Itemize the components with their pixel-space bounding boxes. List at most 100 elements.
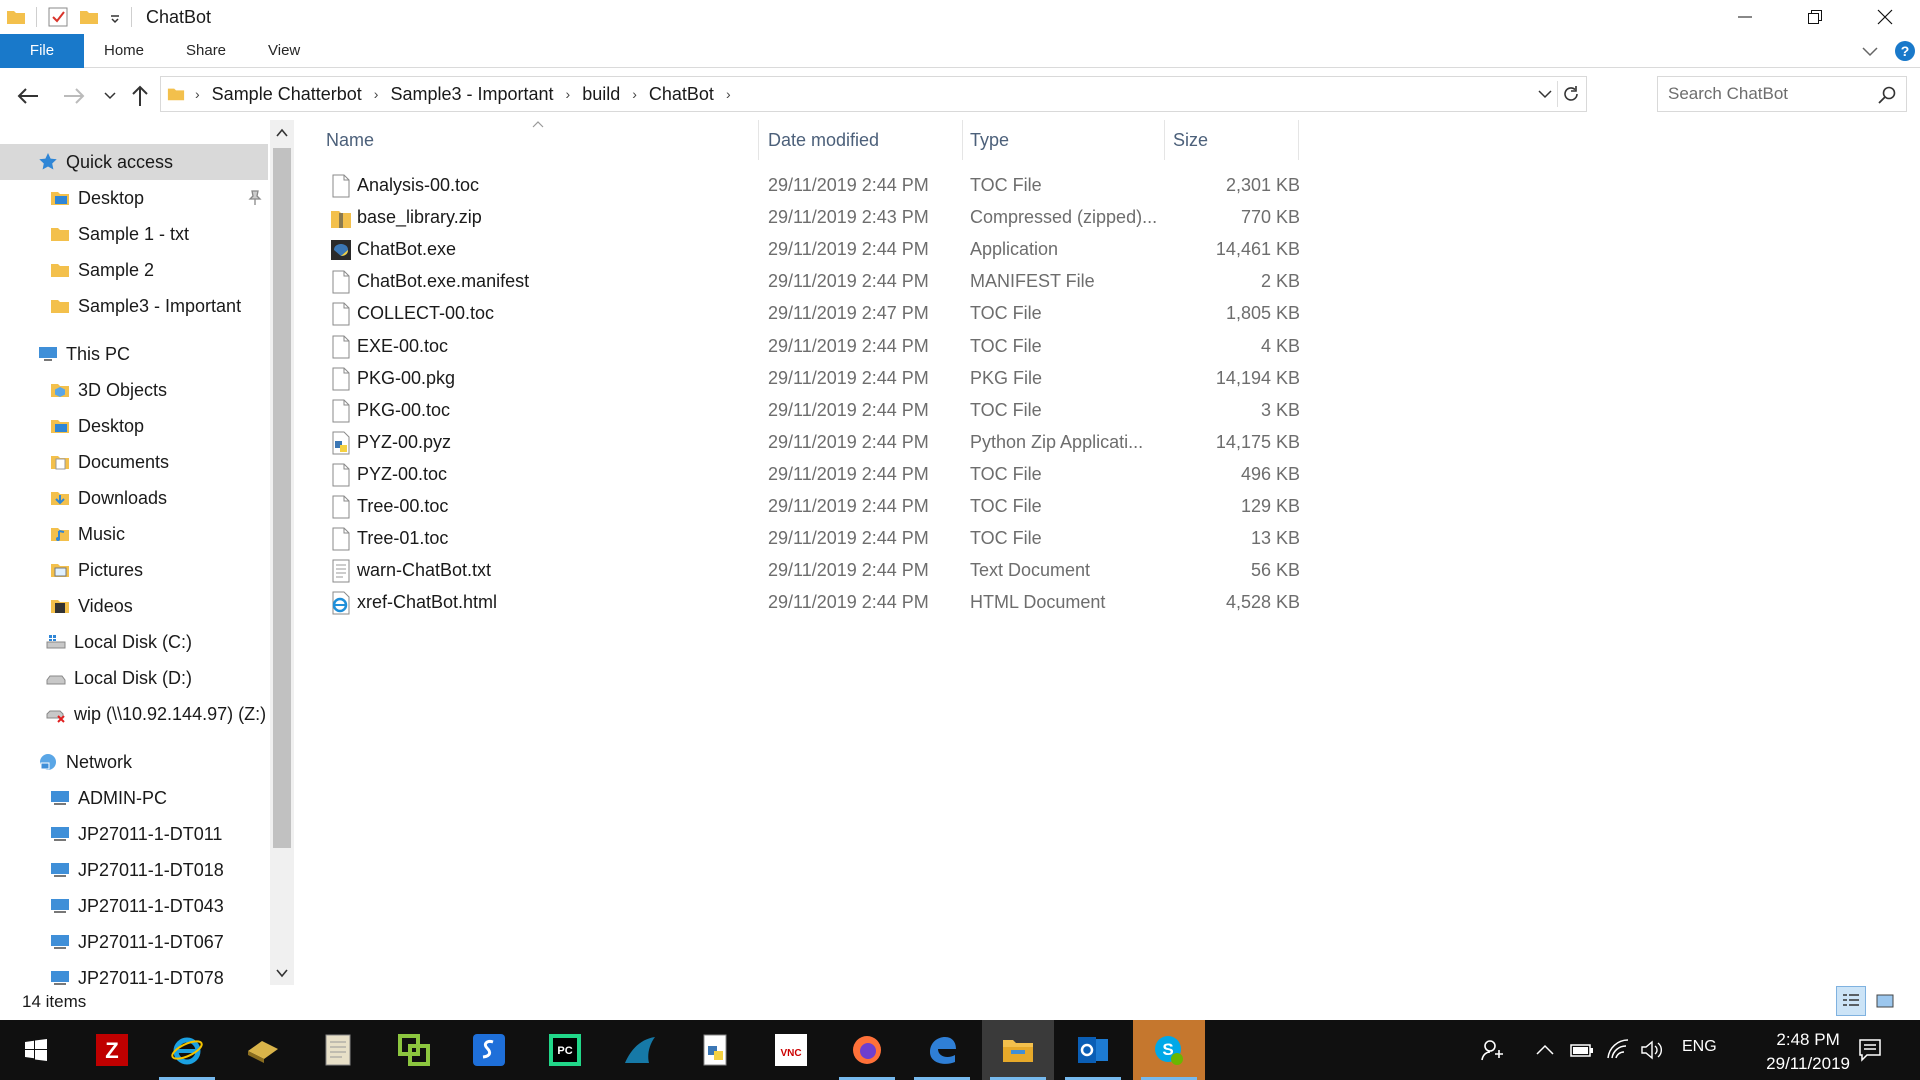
- minimize-button[interactable]: [1710, 0, 1780, 34]
- taskbar-filezilla-button[interactable]: Z: [76, 1020, 148, 1080]
- sidebar-item-desktop[interactable]: Desktop: [0, 180, 268, 216]
- taskbar-skype-button[interactable]: S: [1132, 1020, 1205, 1080]
- back-button[interactable]: [14, 82, 42, 110]
- file-row[interactable]: Analysis-00.toc 29/11/2019 2:44 PM TOC Fil…: [320, 170, 1300, 202]
- customize-toolbar-icon[interactable]: [109, 7, 121, 27]
- search-box[interactable]: Search ChatBot: [1657, 76, 1907, 112]
- chevron-right-icon[interactable]: ›: [560, 86, 577, 102]
- chevron-right-icon[interactable]: ›: [626, 86, 643, 102]
- column-divider[interactable]: [758, 120, 759, 160]
- chevron-right-icon[interactable]: ›: [368, 86, 385, 102]
- file-row[interactable]: warn-ChatBot.txt 29/11/2019 2:44 PM Text D…: [320, 555, 1300, 587]
- sidebar-item-pictures[interactable]: Pictures: [0, 552, 268, 588]
- chevron-right-icon[interactable]: ›: [720, 86, 737, 102]
- chevron-right-icon[interactable]: ›: [189, 86, 206, 102]
- navigation-scrollbar[interactable]: [270, 120, 294, 985]
- taskbar-wireshark-button[interactable]: [604, 1020, 676, 1080]
- column-header-name[interactable]: Name: [326, 130, 374, 151]
- sidebar-item-local-disk-c[interactable]: Local Disk (C:): [0, 624, 268, 660]
- tab-file[interactable]: File: [0, 34, 84, 68]
- taskbar-python-file-button[interactable]: [680, 1020, 752, 1080]
- sidebar-item-desktop-pc[interactable]: Desktop: [0, 408, 268, 444]
- battery-icon[interactable]: [1570, 1042, 1594, 1058]
- show-hidden-icons-icon[interactable]: [1536, 1044, 1554, 1056]
- taskbar-pycharm-button[interactable]: PC: [529, 1020, 601, 1080]
- refresh-icon[interactable]: [1562, 85, 1580, 103]
- details-view-button[interactable]: [1836, 986, 1866, 1016]
- restore-button[interactable]: [1780, 0, 1850, 34]
- search-input[interactable]: Search ChatBot: [1668, 84, 1788, 104]
- sidebar-item-network-computer[interactable]: JP27011-1-DT067: [0, 924, 268, 960]
- file-row[interactable]: ChatBot.exe 29/11/2019 2:44 PM Application…: [320, 234, 1300, 266]
- forward-button[interactable]: [60, 82, 88, 110]
- file-row[interactable]: PKG-00.pkg 29/11/2019 2:44 PM PKG File 14,1…: [320, 363, 1300, 395]
- column-divider[interactable]: [962, 120, 963, 160]
- file-row[interactable]: COLLECT-00.toc 29/11/2019 2:47 PM TOC File…: [320, 298, 1300, 330]
- new-folder-icon[interactable]: [79, 7, 99, 27]
- breadcrumb-sample-chatterbot[interactable]: Sample Chatterbot: [206, 84, 368, 105]
- sidebar-item-downloads[interactable]: Downloads: [0, 480, 268, 516]
- column-header-size[interactable]: Size: [1173, 130, 1208, 151]
- sidebar-item-sample-1[interactable]: Sample 1 - txt: [0, 216, 268, 252]
- taskbar-document-button[interactable]: [302, 1020, 374, 1080]
- sidebar-item-sample3[interactable]: Sample3 - Important: [0, 288, 268, 324]
- sidebar-item-local-disk-d[interactable]: Local Disk (D:): [0, 660, 268, 696]
- column-divider[interactable]: [1298, 120, 1299, 160]
- sidebar-item-music[interactable]: Music: [0, 516, 268, 552]
- file-row[interactable]: base_library.zip 29/11/2019 2:43 PM Compre…: [320, 202, 1300, 234]
- sidebar-item-network-computer[interactable]: JP27011-1-DT043: [0, 888, 268, 924]
- taskbar-vnc-button[interactable]: VNC: [755, 1020, 827, 1080]
- taskbar-notes-button[interactable]: [227, 1020, 299, 1080]
- address-dropdown-icon[interactable]: [1538, 88, 1552, 100]
- sidebar-item-3d-objects[interactable]: 3D Objects: [0, 372, 268, 408]
- file-row[interactable]: Tree-01.toc 29/11/2019 2:44 PM TOC File 13 …: [320, 523, 1300, 555]
- wifi-icon[interactable]: [1606, 1038, 1630, 1060]
- file-row[interactable]: PYZ-00.toc 29/11/2019 2:44 PM TOC File 496 …: [320, 459, 1300, 491]
- column-header-type[interactable]: Type: [970, 130, 1009, 151]
- taskbar-vmware-button[interactable]: [378, 1020, 450, 1080]
- sidebar-item-sample-2[interactable]: Sample 2: [0, 252, 268, 288]
- sidebar-item-network-computer[interactable]: JP27011-1-DT011: [0, 816, 268, 852]
- action-center-icon[interactable]: [1858, 1038, 1882, 1062]
- column-header-date[interactable]: Date modified: [768, 130, 879, 151]
- column-divider[interactable]: [1164, 120, 1165, 160]
- breadcrumb-build[interactable]: build: [576, 84, 626, 105]
- scroll-up-icon[interactable]: [276, 128, 288, 138]
- sidebar-item-quick-access[interactable]: Quick access: [0, 144, 268, 180]
- tab-home[interactable]: Home: [104, 34, 144, 68]
- sidebar-item-network-drive-z[interactable]: wip (\\10.92.144.97) (Z:): [0, 696, 268, 732]
- pin-icon[interactable]: [246, 189, 262, 205]
- language-indicator[interactable]: ENG: [1682, 1038, 1717, 1056]
- taskbar-internet-explorer-button[interactable]: [151, 1020, 223, 1080]
- breadcrumb-sample3-important[interactable]: Sample3 - Important: [384, 84, 559, 105]
- sidebar-item-documents[interactable]: Documents: [0, 444, 268, 480]
- file-row[interactable]: PKG-00.toc 29/11/2019 2:44 PM TOC File 3 KB: [320, 395, 1300, 427]
- file-row[interactable]: EXE-00.toc 29/11/2019 2:44 PM TOC File 4 KB: [320, 331, 1300, 363]
- clock[interactable]: 2:48 PM 29/11/2019: [1766, 1028, 1850, 1076]
- taskbar-outlook-button[interactable]: [1057, 1020, 1129, 1080]
- taskbar-sourcetree-button[interactable]: [453, 1020, 525, 1080]
- properties-icon[interactable]: [47, 6, 69, 28]
- tab-view[interactable]: View: [268, 34, 300, 68]
- large-icons-view-button[interactable]: [1870, 986, 1900, 1016]
- volume-icon[interactable]: [1640, 1040, 1664, 1060]
- taskbar-start-button[interactable]: [0, 1020, 72, 1080]
- taskbar-edge-button[interactable]: [906, 1020, 978, 1080]
- expand-ribbon-icon[interactable]: [1862, 44, 1878, 58]
- scrollbar-thumb[interactable]: [273, 148, 291, 848]
- file-row[interactable]: PYZ-00.pyz 29/11/2019 2:44 PM Python Zip A…: [320, 427, 1300, 459]
- recent-locations-button[interactable]: [96, 82, 124, 110]
- file-row[interactable]: Tree-00.toc 29/11/2019 2:44 PM TOC File 129…: [320, 491, 1300, 523]
- close-button[interactable]: [1850, 0, 1920, 34]
- help-icon[interactable]: ?: [1894, 40, 1916, 62]
- breadcrumb-chatbot[interactable]: ChatBot: [643, 84, 720, 105]
- file-row[interactable]: ChatBot.exe.manifest 29/11/2019 2:44 PM MA…: [320, 266, 1300, 298]
- scroll-down-icon[interactable]: [276, 968, 288, 978]
- taskbar-file-explorer-button[interactable]: [981, 1020, 1054, 1080]
- sidebar-item-network-computer[interactable]: ADMIN-PC: [0, 780, 268, 816]
- sidebar-item-videos[interactable]: Videos: [0, 588, 268, 624]
- people-icon[interactable]: [1480, 1038, 1504, 1062]
- sidebar-item-network-computer[interactable]: JP27011-1-DT018: [0, 852, 268, 888]
- sidebar-item-network[interactable]: Network: [0, 744, 268, 780]
- file-row[interactable]: xref-ChatBot.html 29/11/2019 2:44 PM HTML …: [320, 587, 1300, 619]
